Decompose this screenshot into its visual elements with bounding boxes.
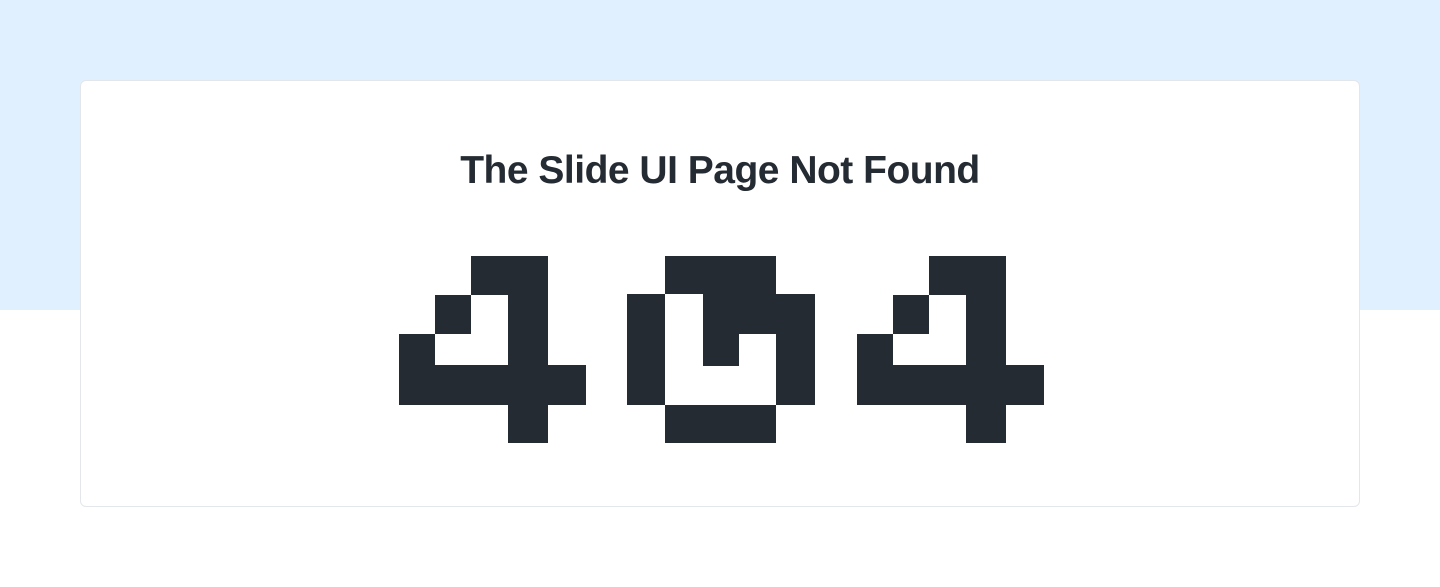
not-found-card: The Slide UI Page Not Found [80, 80, 1360, 507]
digit-zero [627, 256, 815, 443]
pixel-404-graphic [399, 256, 1044, 443]
